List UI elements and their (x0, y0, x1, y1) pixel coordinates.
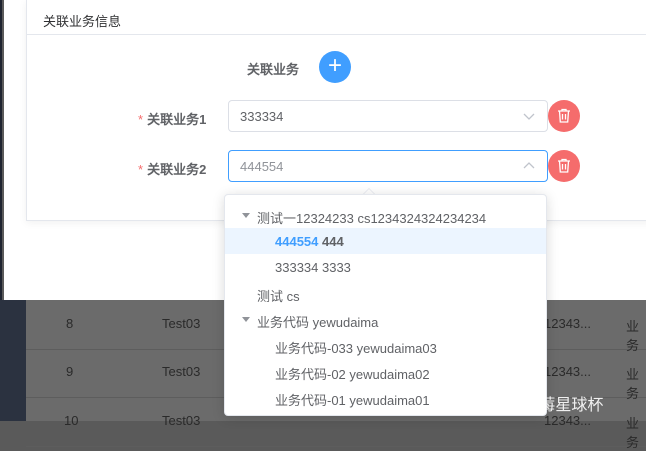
required-mark: * (138, 112, 144, 127)
watermark: CSDN @-草莓星球杯 (452, 397, 604, 414)
node-name: 444 (322, 234, 344, 249)
sidebar-bottom (0, 300, 26, 421)
required-mark: * (138, 162, 144, 177)
tree-node-label: 测试 cs (257, 289, 300, 304)
row-number: 9 (66, 364, 74, 379)
row-number: 8 (66, 316, 74, 331)
tree-node-label: 业务代码-01 yewudaima01 (275, 393, 430, 408)
field-label-1: * 关联业务1 (138, 109, 206, 128)
tree-node-code-033[interactable]: 业务代码-033 yewudaima03 (225, 332, 546, 358)
business-select-1[interactable]: 333334 (228, 100, 548, 132)
tree-node-group-2[interactable]: 业务代码 yewudaima (225, 306, 546, 332)
expand-caret-icon[interactable] (242, 213, 250, 218)
delete-business-2-button[interactable] (548, 150, 580, 182)
field-label-text: 关联业务2 (147, 162, 207, 177)
row-code: 12343... (544, 364, 591, 379)
select-placeholder: 444554 (240, 159, 284, 174)
tree-node-group-1[interactable]: 测试一12324233 cs1234324324234234 (225, 202, 546, 228)
field-label-text: 关联业务1 (147, 112, 207, 127)
tree-node-label: 测试一12324233 cs1234324324234234 (257, 211, 487, 226)
expand-caret-icon[interactable] (242, 317, 250, 322)
field-label-2: * 关联业务2 (138, 159, 206, 178)
tree-node-444554[interactable]: 444554 444 (225, 228, 546, 254)
business-tree-dropdown: 测试一12324233 cs1234324324234234 444554 44… (224, 194, 547, 416)
tree-node-label: 业务代码 yewudaima (257, 315, 379, 330)
business-select-2[interactable]: 444554 (228, 150, 548, 182)
row-name: Test03 (162, 316, 201, 331)
chevron-up-icon (523, 162, 535, 169)
chevron-down-icon (523, 113, 535, 120)
row-type: 业务 (626, 416, 640, 450)
tree-node-label: 444554 444 (275, 234, 344, 249)
card-title: 关联业务信息 (43, 14, 122, 29)
row-name: Test03 (162, 364, 201, 379)
trash-icon (558, 158, 570, 173)
tree-node-label: 业务代码-02 yewudaima02 (275, 367, 430, 382)
tree-node-label: 333334 3333 (275, 260, 351, 275)
tree-node-333334[interactable]: 333334 3333 (225, 254, 546, 280)
trash-icon (558, 108, 570, 123)
add-business-label: 关联业务 (247, 62, 300, 77)
tree-node-test-cs[interactable]: 测试 cs (225, 280, 546, 306)
row-code: 12343... (544, 316, 591, 331)
tree-node-code-02[interactable]: 业务代码-02 yewudaima02 (225, 358, 546, 384)
select-value: 333334 (240, 109, 284, 124)
delete-business-1-button[interactable] (548, 100, 580, 132)
node-code: 444554 (275, 234, 319, 249)
card-header: 关联业务信息 (27, 0, 646, 35)
add-business-button[interactable]: + (319, 51, 351, 83)
tree-node-label: 业务代码-033 yewudaima03 (275, 341, 437, 356)
